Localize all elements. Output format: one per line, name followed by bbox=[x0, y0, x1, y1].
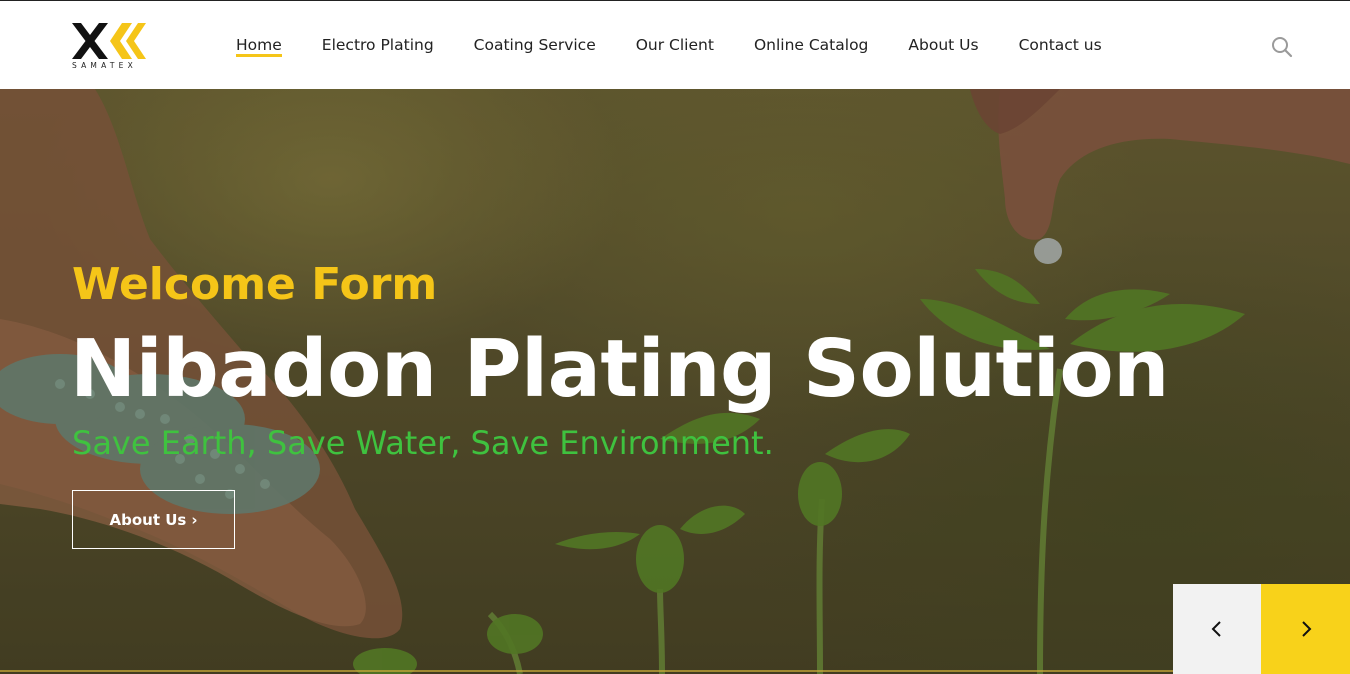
hero-headline: Nibadon Plating Solution bbox=[70, 323, 1169, 415]
nav-item-about-us[interactable]: About Us bbox=[908, 35, 978, 55]
about-us-button-label: About Us bbox=[109, 510, 187, 529]
slider-prev-button[interactable] bbox=[1173, 584, 1261, 674]
nav-item-contact-us[interactable]: Contact us bbox=[1019, 35, 1102, 55]
search-button[interactable] bbox=[1270, 35, 1294, 59]
hero-slider: Welcome Form Nibadon Plating Solution Sa… bbox=[0, 89, 1350, 674]
chevron-left-icon bbox=[1211, 621, 1221, 637]
site-header: SAMATEX Home Electro Plating Coating Ser… bbox=[0, 0, 1350, 89]
search-icon bbox=[1272, 37, 1293, 58]
main-nav: Home Electro Plating Coating Service Our… bbox=[236, 35, 1142, 57]
chevron-right-icon: › bbox=[191, 510, 198, 529]
nav-item-electro-plating[interactable]: Electro Plating bbox=[322, 35, 434, 55]
brand-logo[interactable]: SAMATEX bbox=[72, 23, 148, 71]
logo-text: SAMATEX bbox=[72, 61, 137, 70]
hero-tagline: Save Earth, Save Water, Save Environment… bbox=[72, 424, 774, 462]
slider-next-button[interactable] bbox=[1261, 584, 1350, 674]
chevron-right-icon bbox=[1301, 621, 1311, 637]
nav-item-home[interactable]: Home bbox=[236, 35, 282, 57]
nav-item-our-client[interactable]: Our Client bbox=[636, 35, 714, 55]
about-us-button[interactable]: About Us › bbox=[72, 490, 235, 549]
logo-mark-icon bbox=[72, 23, 146, 59]
slider-divider bbox=[0, 670, 1350, 672]
hero-welcome-text: Welcome Form bbox=[72, 259, 438, 310]
nav-item-coating-service[interactable]: Coating Service bbox=[474, 35, 596, 55]
nav-item-online-catalog[interactable]: Online Catalog bbox=[754, 35, 868, 55]
